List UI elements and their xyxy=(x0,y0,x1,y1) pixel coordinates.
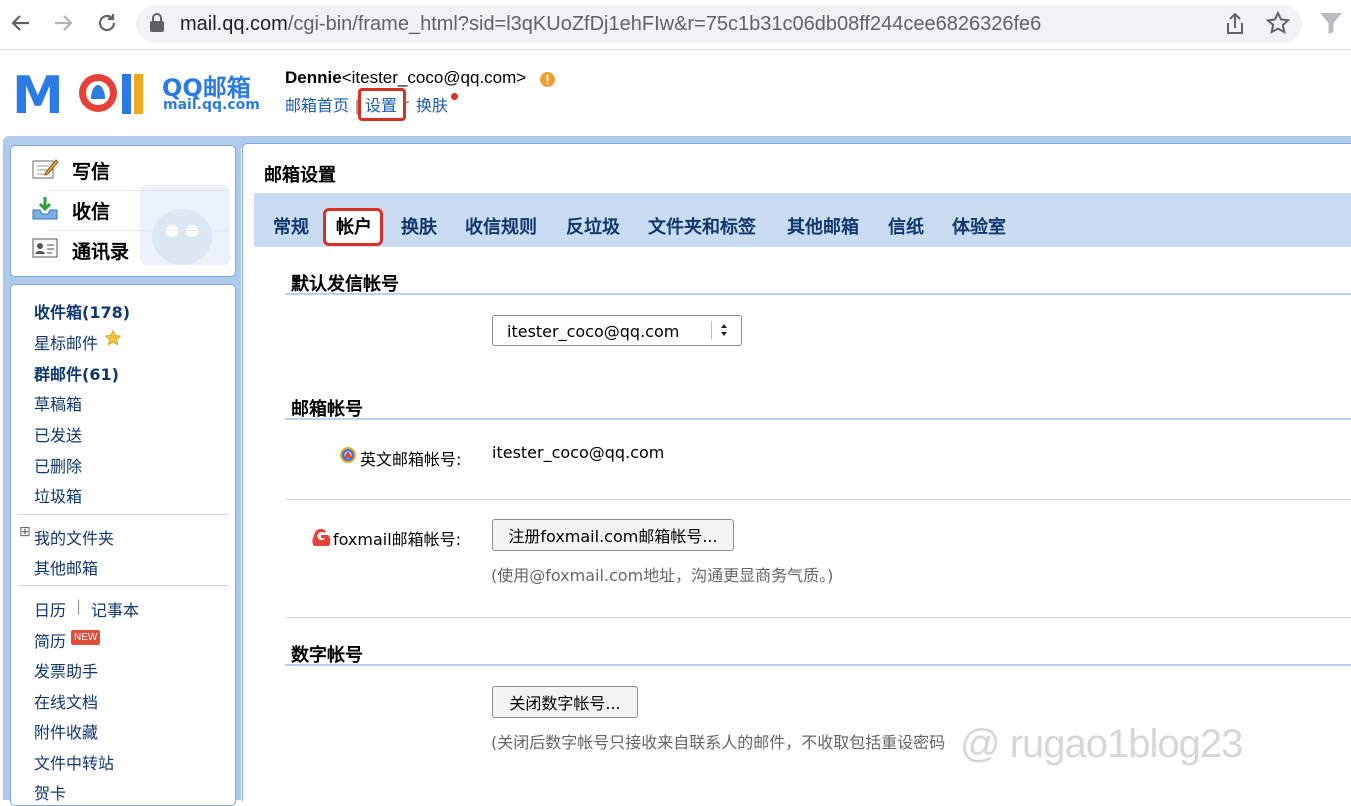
foxmail-account-label: foxmail邮箱帐号: xyxy=(333,530,462,549)
compose-button[interactable]: 写信 xyxy=(32,153,110,187)
svg-text:M: M xyxy=(12,66,64,118)
section-underline xyxy=(285,664,1351,666)
qq-mail-icon xyxy=(339,446,357,468)
app-greeting-cards[interactable]: 贺卡 xyxy=(34,780,66,804)
inbox-download-icon xyxy=(32,196,58,225)
folder-my-folders[interactable]: 我的文件夹 xyxy=(34,525,114,549)
close-digital-account-button[interactable]: 关闭数字帐号... xyxy=(492,686,638,718)
tab-folders-labels[interactable]: 文件夹和标签 xyxy=(648,213,756,239)
page-title: 邮箱设置 xyxy=(264,165,336,186)
expand-toggle-icon[interactable]: ⊞ xyxy=(19,524,31,540)
app-separator: | xyxy=(76,597,82,615)
quick-divider-2 xyxy=(50,230,228,231)
warning-icon[interactable] xyxy=(540,72,555,91)
user-identity: Dennie<itester_coco@qq.com> xyxy=(285,68,526,88)
folder-inbox[interactable]: 收件箱(178) xyxy=(34,299,130,323)
english-account-label: 英文邮箱帐号: xyxy=(360,450,462,469)
header-links: 邮箱首页 | xyxy=(285,92,363,116)
folder-group-mail[interactable]: 群邮件(61) xyxy=(34,361,119,385)
quick-divider xyxy=(50,190,228,191)
link-dash: - xyxy=(404,92,410,111)
app-file-transfer[interactable]: 文件中转站 xyxy=(34,750,114,774)
default-sender-select[interactable]: itester_coco@qq.com xyxy=(492,315,742,346)
foxmail-hint: (使用@foxmail.com地址，沟通更显商务气质。) xyxy=(491,566,834,585)
tab-other-mailboxes[interactable]: 其他邮箱 xyxy=(787,213,859,239)
skin-link[interactable]: 换肤 xyxy=(416,92,448,116)
notification-dot xyxy=(451,93,458,100)
english-account-value: itester_coco@qq.com xyxy=(492,443,665,462)
folder-other-mail[interactable]: 其他邮箱 xyxy=(34,555,98,579)
forward-arrow-icon[interactable] xyxy=(48,8,78,38)
watermark: @ rugao1blog23 xyxy=(960,722,1243,766)
folder-divider-2 xyxy=(18,585,228,586)
folder-sent[interactable]: 已发送 xyxy=(34,422,82,446)
app-invoice-helper[interactable]: 发票助手 xyxy=(34,658,98,682)
url-text[interactable]: mail.qq.com/cgi-bin/frame_html?sid=l3qKU… xyxy=(180,11,1041,37)
mailbox-home-link[interactable]: 邮箱首页 xyxy=(285,98,349,115)
user-email: <itester_coco@qq.com> xyxy=(341,68,527,87)
logo-subtitle: mail.qq.com xyxy=(163,97,260,113)
foxmail-icon xyxy=(311,526,331,551)
contacts-button[interactable]: 通讯录 xyxy=(32,233,129,267)
folder-deleted[interactable]: 已删除 xyxy=(34,453,82,477)
app-resume[interactable]: 简历 xyxy=(34,628,66,652)
new-badge: NEW xyxy=(71,630,101,645)
tab-skin[interactable]: 换肤 xyxy=(401,213,437,239)
compose-icon xyxy=(32,156,59,185)
app-calendar[interactable]: 日历 xyxy=(34,597,66,621)
select-arrows-icon xyxy=(720,322,728,341)
tab-mail-rules[interactable]: 收信规则 xyxy=(465,213,537,239)
section-underline xyxy=(285,293,1351,295)
lock-icon[interactable] xyxy=(148,13,166,33)
register-foxmail-button[interactable]: 注册foxmail.com邮箱帐号... xyxy=(492,519,734,551)
tab-anti-spam[interactable]: 反垃圾 xyxy=(566,213,620,239)
folder-divider-1 xyxy=(18,514,228,515)
row-divider xyxy=(285,617,1351,618)
bookmark-star-icon[interactable] xyxy=(1265,10,1291,39)
folder-drafts[interactable]: 草稿箱 xyxy=(34,391,82,415)
app-attachments[interactable]: 附件收藏 xyxy=(34,719,98,743)
tab-general[interactable]: 常规 xyxy=(273,213,309,239)
check-mail-label: 收信 xyxy=(72,200,111,223)
star-icon xyxy=(104,329,122,351)
contacts-icon xyxy=(32,236,58,265)
share-icon[interactable] xyxy=(1224,12,1246,40)
digital-account-hint: (关闭后数字帐号只接收来自联系人的邮件，不收取包括重设密码 xyxy=(491,733,946,752)
qqmail-logo[interactable]: M QQ邮箱 mail.qq.com xyxy=(12,66,272,126)
tab-lab[interactable]: 体验室 xyxy=(952,213,1006,239)
user-display-name: Dennie xyxy=(285,68,342,87)
filter-extension-icon[interactable] xyxy=(1318,10,1344,40)
url-path: /cgi-bin/frame_html?sid=l3qKUoZfDj1ehFIw… xyxy=(287,13,1042,35)
back-arrow-icon[interactable] xyxy=(6,8,36,38)
folder-starred[interactable]: 星标邮件 xyxy=(34,330,98,354)
default-sender-value: itester_coco@qq.com xyxy=(507,322,680,341)
reload-icon[interactable] xyxy=(92,8,122,38)
select-divider xyxy=(711,321,712,339)
tab-account[interactable]: 帐户 xyxy=(336,213,372,239)
folder-trash[interactable]: 垃圾箱 xyxy=(34,483,82,507)
contacts-label: 通讯录 xyxy=(72,240,130,263)
compose-label: 写信 xyxy=(72,160,111,183)
row-divider xyxy=(285,499,1351,500)
url-domain: mail.qq.com xyxy=(180,13,288,35)
check-mail-button[interactable]: 收信 xyxy=(32,193,110,227)
app-notes[interactable]: 记事本 xyxy=(91,597,139,621)
section-underline xyxy=(285,418,1351,420)
app-online-docs[interactable]: 在线文档 xyxy=(34,689,98,713)
tab-stationery[interactable]: 信纸 xyxy=(888,213,924,239)
settings-link[interactable]: 设置 xyxy=(365,92,397,116)
